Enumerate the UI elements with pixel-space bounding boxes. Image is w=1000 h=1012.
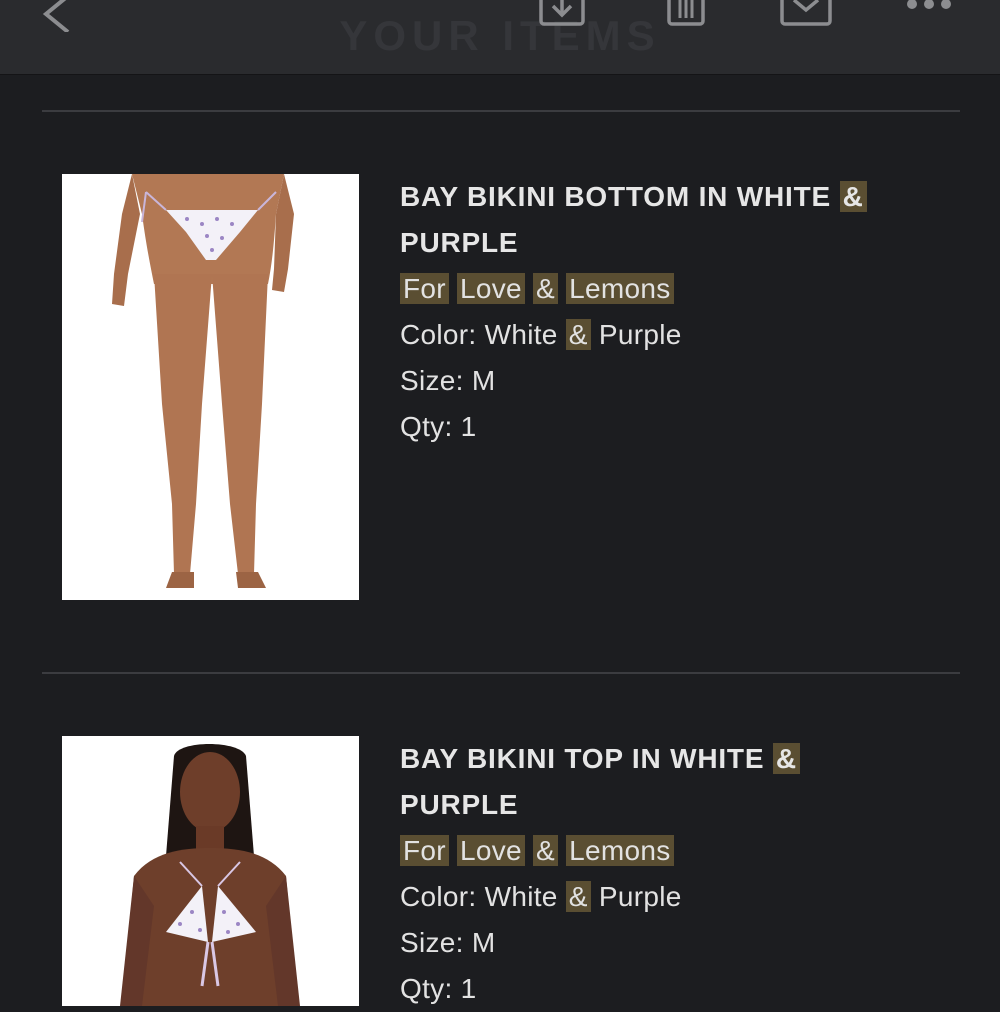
highlighted-text: For — [400, 273, 449, 304]
color-label: Color: — [400, 881, 477, 912]
more-icon[interactable] — [902, 0, 958, 14]
qty-value: 1 — [460, 973, 477, 1004]
qty-label: Qty: — [400, 411, 453, 442]
page-title: YOUR ITEMS — [339, 12, 661, 59]
size-value: M — [471, 365, 496, 396]
color-value: Purple — [598, 319, 682, 350]
product-title-text: BAY BIKINI BOTTOM IN WHITE — [400, 181, 831, 212]
size-label: Size: — [400, 365, 464, 396]
qty-value: 1 — [460, 411, 477, 442]
trash-icon[interactable] — [665, 0, 707, 28]
highlighted-text: & — [839, 181, 867, 212]
product-title[interactable]: BAY BIKINI BOTTOM IN WHITE & PURPLE — [400, 174, 960, 266]
color-label: Color: — [400, 319, 477, 350]
product-image[interactable] — [62, 174, 359, 600]
color-value: Purple — [598, 881, 682, 912]
product-brand[interactable]: For Love & Lemons — [400, 266, 960, 312]
color-value: White — [484, 881, 558, 912]
highlighted-text: & — [565, 319, 591, 350]
top-bar: YOUR ITEMS — [0, 0, 1000, 75]
highlighted-text: Love — [457, 835, 525, 866]
divider — [42, 672, 960, 674]
product-title[interactable]: BAY BIKINI TOP IN WHITE & PURPLE — [400, 736, 960, 828]
highlighted-text: Lemons — [566, 835, 674, 866]
product-brand[interactable]: For Love & Lemons — [400, 828, 960, 874]
product-size: Size: M — [400, 358, 960, 404]
product-color: Color: White & Purple — [400, 874, 960, 920]
size-label: Size: — [400, 927, 464, 958]
product-title-text: PURPLE — [400, 789, 519, 820]
product-qty: Qty: 1 — [400, 966, 960, 1012]
qty-label: Qty: — [400, 973, 453, 1004]
highlighted-text: Lemons — [566, 273, 674, 304]
download-icon[interactable] — [538, 0, 588, 28]
highlighted-text: Love — [457, 273, 525, 304]
product-size: Size: M — [400, 920, 960, 966]
product-title-text: BAY BIKINI TOP IN WHITE — [400, 743, 765, 774]
product-qty: Qty: 1 — [400, 404, 960, 450]
product-title-text: PURPLE — [400, 227, 519, 258]
highlighted-text: & — [772, 743, 800, 774]
highlighted-text: For — [400, 835, 449, 866]
color-value: White — [484, 319, 558, 350]
highlighted-text: & — [533, 835, 558, 866]
divider — [42, 110, 960, 112]
size-value: M — [471, 927, 496, 958]
product-info: BAY BIKINI BOTTOM IN WHITE & PURPLE For … — [400, 174, 960, 450]
highlighted-text: & — [565, 881, 591, 912]
mail-icon[interactable] — [778, 0, 834, 28]
highlighted-text: & — [533, 273, 558, 304]
product-image[interactable] — [62, 736, 359, 1006]
product-info: BAY BIKINI TOP IN WHITE & PURPLE For Lov… — [400, 736, 960, 1012]
product-color: Color: White & Purple — [400, 312, 960, 358]
